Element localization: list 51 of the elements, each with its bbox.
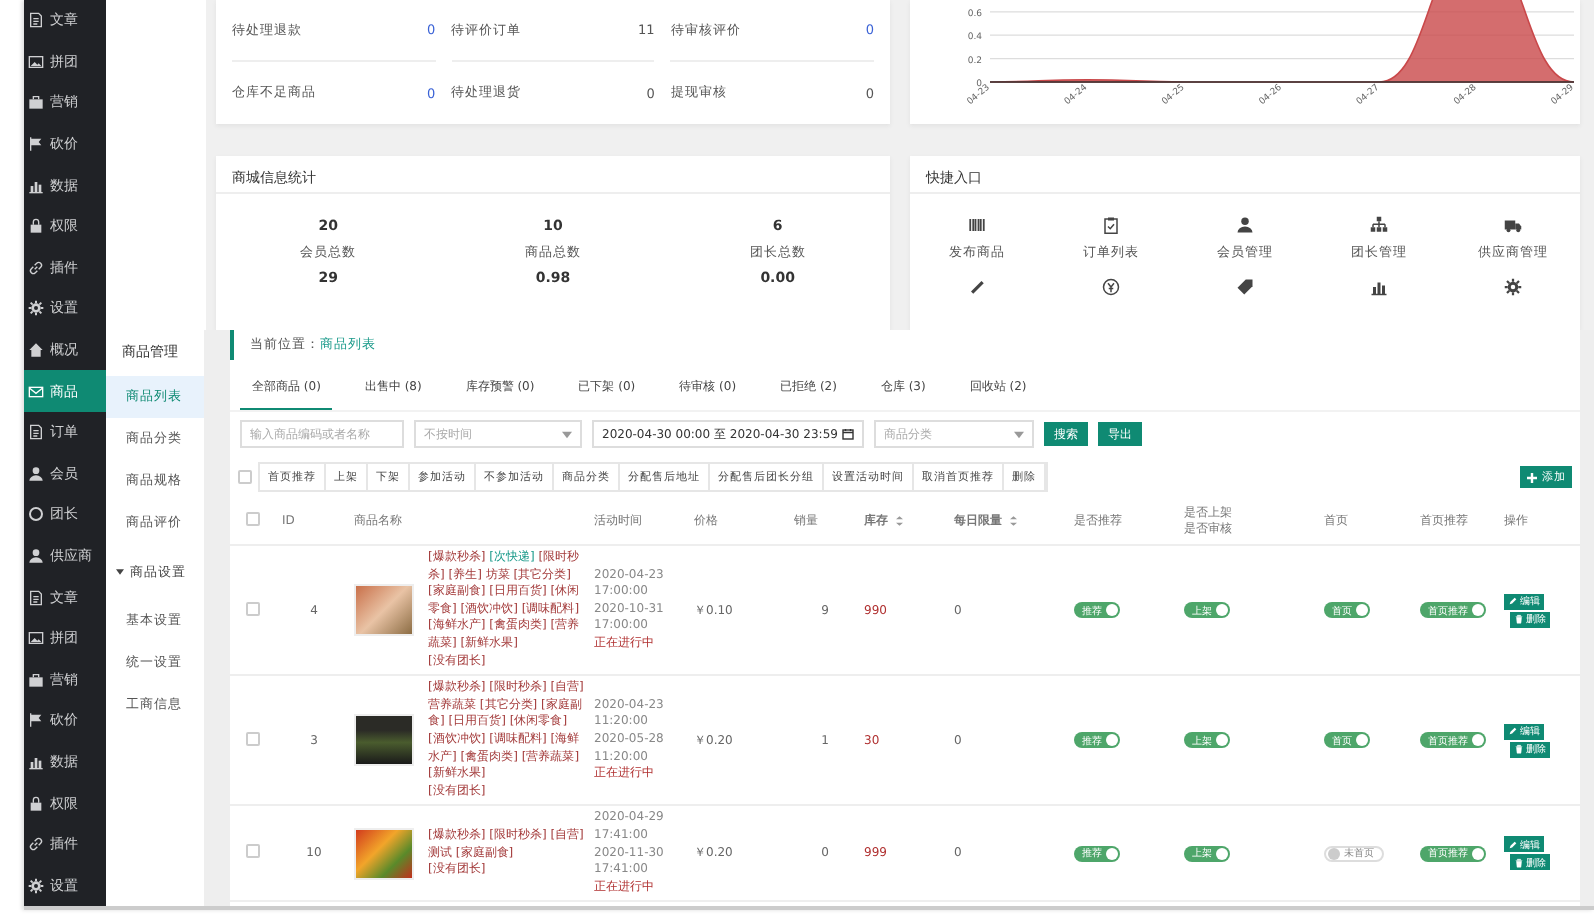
tag-icon bbox=[1236, 278, 1254, 296]
settings-icon bbox=[28, 877, 44, 894]
checkbox[interactable] bbox=[238, 470, 252, 484]
ring-icon bbox=[28, 506, 44, 523]
checkbox[interactable] bbox=[246, 844, 260, 859]
photo-placeholder bbox=[354, 584, 414, 637]
ruler-icon bbox=[968, 278, 986, 296]
caret-icon bbox=[116, 568, 124, 576]
truck-icon bbox=[1504, 216, 1522, 234]
org-chart-icon bbox=[1370, 216, 1388, 234]
plus-icon bbox=[1526, 471, 1538, 483]
settings-icon bbox=[1504, 278, 1522, 296]
trash-icon bbox=[1514, 744, 1524, 755]
caret-icon bbox=[562, 429, 572, 439]
person-icon bbox=[1236, 216, 1254, 234]
pencil-icon bbox=[1508, 839, 1518, 850]
lock-icon bbox=[28, 795, 44, 812]
link-icon bbox=[28, 836, 44, 853]
bar-chart-icon bbox=[28, 177, 44, 194]
person-icon bbox=[28, 465, 44, 482]
link-icon bbox=[28, 259, 44, 276]
photo-placeholder bbox=[354, 714, 414, 767]
trash-icon bbox=[1514, 614, 1524, 625]
bar-chart-icon bbox=[1370, 278, 1388, 296]
pencil-icon bbox=[1508, 596, 1518, 607]
checkbox[interactable] bbox=[246, 601, 260, 616]
checkbox[interactable] bbox=[246, 731, 260, 746]
document-icon bbox=[28, 424, 44, 441]
clipboard-check-icon bbox=[1102, 216, 1120, 234]
person-icon bbox=[28, 548, 44, 565]
barcode-icon bbox=[968, 216, 986, 234]
bag-icon bbox=[28, 94, 44, 111]
caret-icon bbox=[1014, 429, 1024, 439]
pencil-icon bbox=[1508, 726, 1518, 737]
document-icon bbox=[28, 589, 44, 606]
settings-icon bbox=[28, 300, 44, 317]
photo-placeholder bbox=[354, 827, 414, 880]
bar-chart-icon bbox=[28, 753, 44, 770]
trash-icon bbox=[1514, 857, 1524, 868]
flag-icon bbox=[28, 712, 44, 729]
home-icon bbox=[28, 342, 44, 359]
picture-icon bbox=[28, 630, 44, 647]
envelope-icon bbox=[28, 383, 44, 400]
lock-icon bbox=[28, 218, 44, 235]
picture-icon bbox=[28, 53, 44, 70]
flag-icon bbox=[28, 136, 44, 153]
document-icon bbox=[28, 12, 44, 29]
checkbox[interactable] bbox=[246, 512, 260, 526]
calendar-icon bbox=[841, 428, 854, 440]
bag-icon bbox=[28, 671, 44, 688]
yen-coin-icon bbox=[1102, 278, 1120, 296]
